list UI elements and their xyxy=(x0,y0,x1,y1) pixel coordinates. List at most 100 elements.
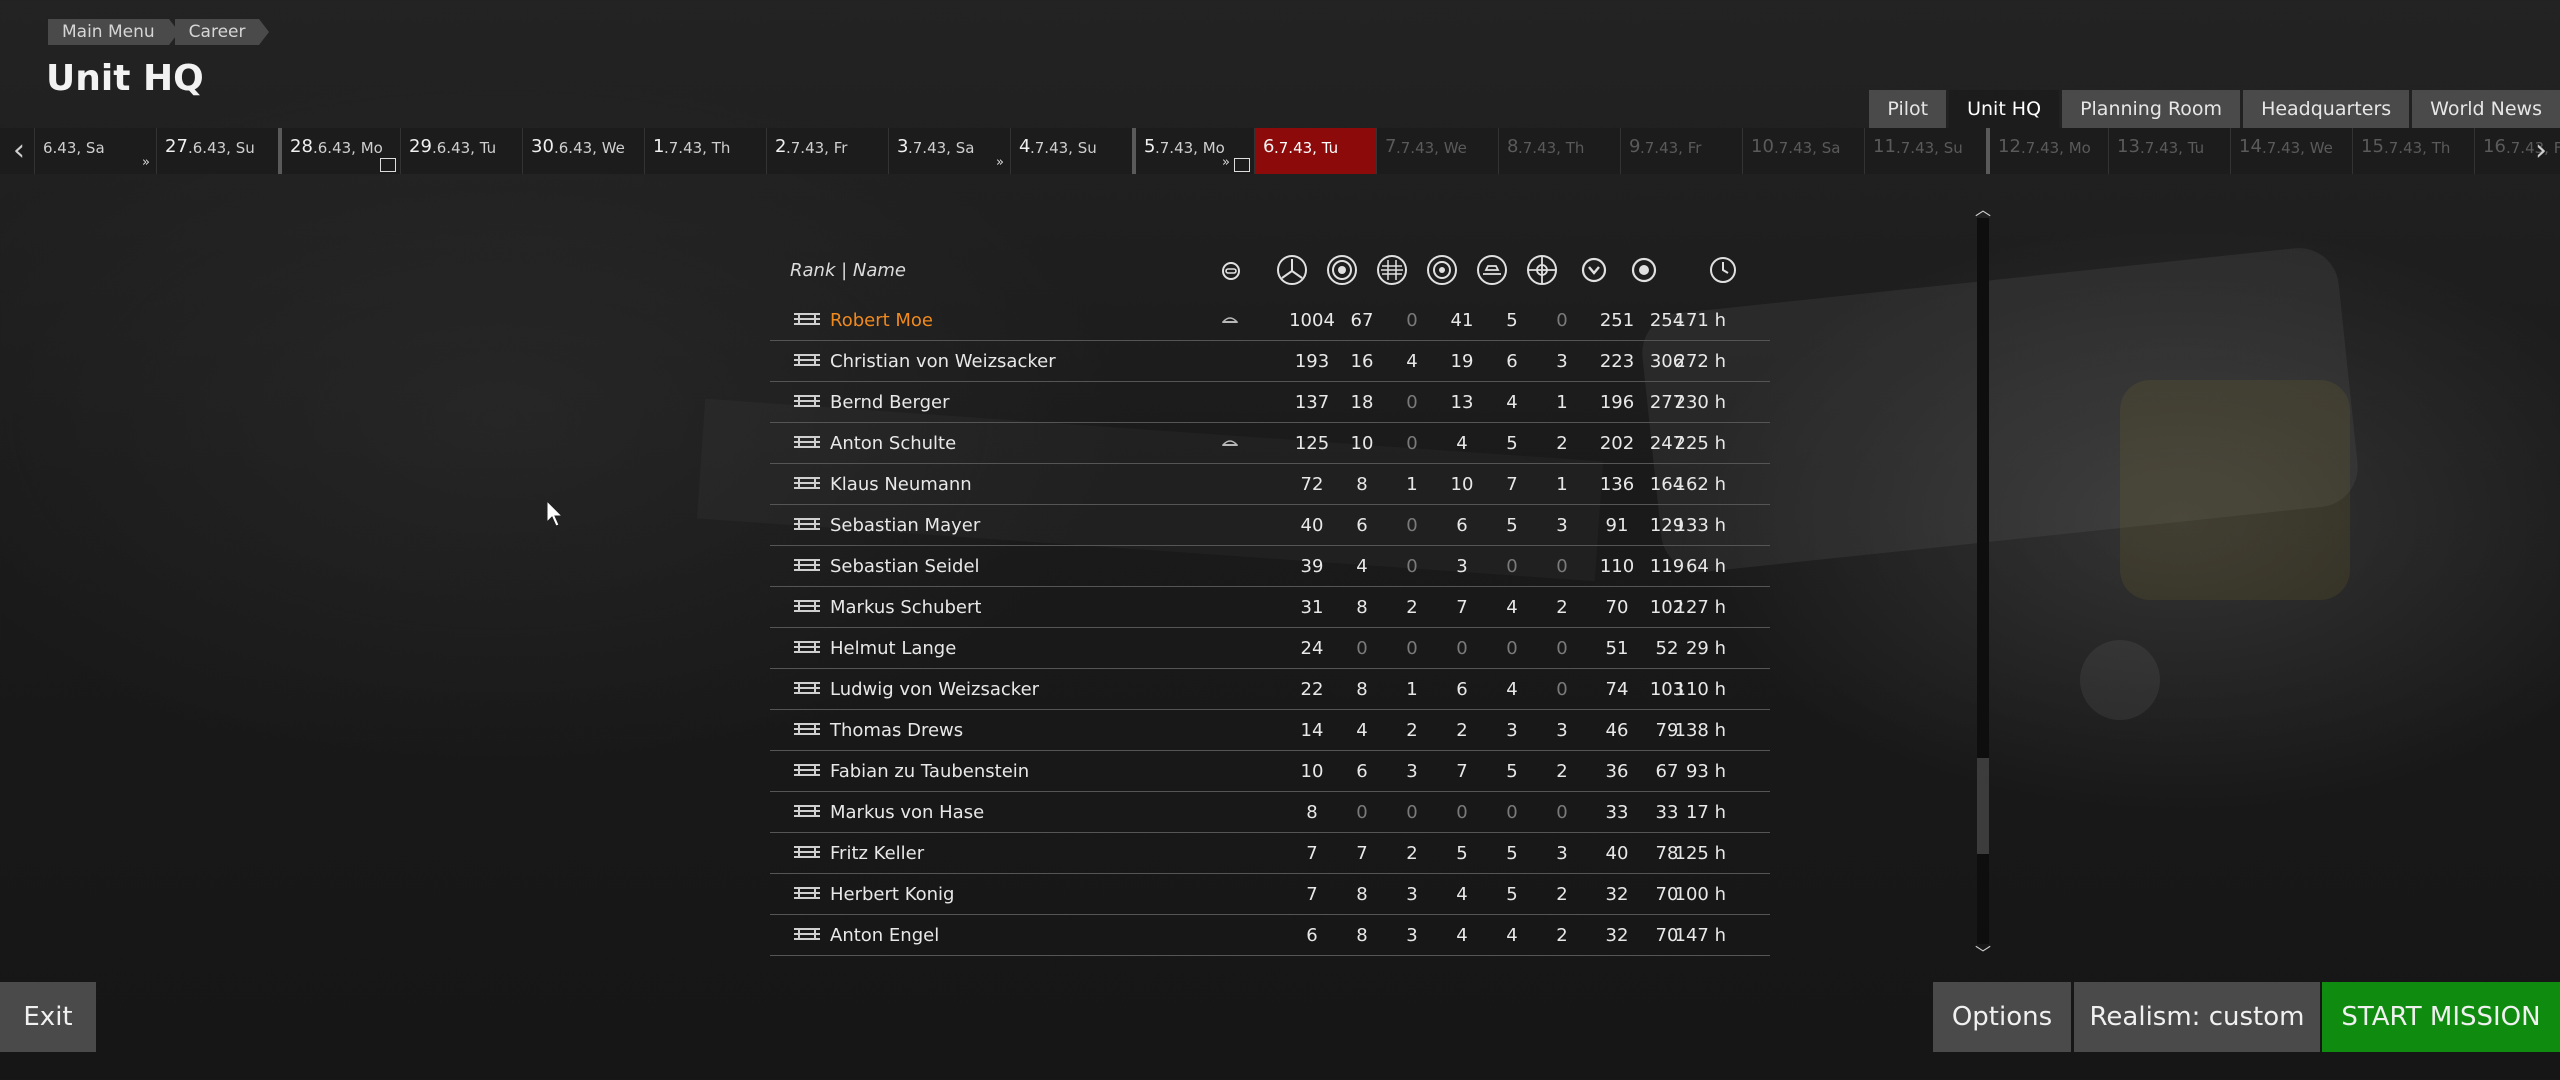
table-row[interactable]: Ludwig von Weizsacker 22 8 1 6 4 0 74 103 110 h xyxy=(770,669,1770,710)
date-item[interactable]: 13.7.43, Tu xyxy=(2108,128,2230,174)
date-item[interactable]: 10.7.43, Sa xyxy=(1742,128,1864,174)
date-item[interactable]: 6.7.43, Tu xyxy=(1254,128,1376,174)
flight-time-cell: 125 h xyxy=(1674,843,1727,864)
table-row[interactable]: Bernd Berger 137 18 0 13 4 1 196 277 230 h xyxy=(770,382,1770,423)
chevron-right-icon[interactable]: › xyxy=(2524,128,2558,174)
pilot-name: Thomas Drews xyxy=(830,720,964,741)
table-row[interactable]: Fabian zu Taubenstein 10 6 3 7 5 2 36 67 93 h xyxy=(770,751,1770,792)
table-row[interactable]: Anton Engel 6 8 3 4 4 2 32 70 147 h xyxy=(770,915,1770,956)
flight-time-cell: 230 h xyxy=(1674,392,1727,413)
stat-cell: 0 xyxy=(1556,310,1568,331)
table-row[interactable]: Sebastian Mayer 40 6 0 6 5 3 91 129 133 h xyxy=(770,505,1770,546)
flight-time-cell: 17 h xyxy=(1685,802,1726,823)
date-item[interactable]: 6.43, Sa » xyxy=(34,128,156,174)
date-item[interactable]: 4.7.43, Su xyxy=(1010,128,1132,174)
tab-planning-room[interactable]: Planning Room xyxy=(2062,90,2241,128)
date-item[interactable]: 2.7.43, Fr xyxy=(766,128,888,174)
fast-forward-icon: » xyxy=(1222,155,1230,170)
breadcrumb: Main Menu Career xyxy=(48,19,270,45)
table-row[interactable]: Herbert Konig 7 8 3 4 5 2 32 70 100 h xyxy=(770,874,1770,915)
pilot-helmet-icon xyxy=(1222,262,1240,280)
date-day-number: 29 xyxy=(409,136,432,157)
realism-button[interactable]: Realism: custom xyxy=(2074,982,2320,1052)
table-row[interactable]: Carl Busch531221294176 h xyxy=(770,956,1770,958)
date-item[interactable]: 28.6.43, Mo xyxy=(278,128,400,174)
breadcrumb-main-menu[interactable]: Main Menu xyxy=(48,19,179,45)
scroll-down-icon[interactable]: ﹀ xyxy=(1973,940,1993,963)
date-label: .6.43, Su xyxy=(188,139,255,157)
date-item[interactable]: 7.7.43, We xyxy=(1376,128,1498,174)
date-item[interactable]: 12.7.43, Mo xyxy=(1986,128,2108,174)
flight-time-cell: 127 h xyxy=(1674,597,1727,618)
flight-time-cell: 64 h xyxy=(1685,556,1726,577)
date-label: .6.43, We xyxy=(554,139,625,157)
table-row[interactable]: Christian von Weizsacker 193 16 4 19 6 3 223 306… xyxy=(770,341,1770,382)
pilot-name: Anton Schulte xyxy=(830,433,957,454)
options-button[interactable]: Options xyxy=(1933,982,2071,1052)
date-day-number: 10 xyxy=(1751,136,1774,157)
start-mission-button[interactable]: START MISSION xyxy=(2322,982,2560,1052)
rank-insignia-icon xyxy=(794,395,820,407)
table-row[interactable]: Robert Moe 1004 67 0 41 5 0 251 254 171 h xyxy=(770,300,1770,341)
table-row[interactable]: Sebastian Seidel 39 4 0 3 0 0 110 119 64 h xyxy=(770,546,1770,587)
date-item[interactable]: 3.7.43, Sa » xyxy=(888,128,1010,174)
stat-cell: 0 xyxy=(1556,679,1568,700)
pilot-name: Anton Engel xyxy=(830,925,940,946)
tab-world-news[interactable]: World News xyxy=(2412,90,2560,128)
table-row[interactable]: Helmut Lange 24 0 0 0 0 0 51 52 29 h xyxy=(770,628,1770,669)
date-item[interactable]: 30.6.43, We xyxy=(522,128,644,174)
table-row[interactable]: Klaus Neumann 72 8 1 10 7 1 136 164 162 h xyxy=(770,464,1770,505)
table-row[interactable]: Markus Schubert 31 8 2 7 4 2 70 102 127 h xyxy=(770,587,1770,628)
date-label: .7.43, Fr xyxy=(1640,139,1702,157)
scrollbar-thumb[interactable] xyxy=(1977,758,1989,854)
date-label: 6.43, Sa xyxy=(43,139,105,157)
pilot-name: Robert Moe xyxy=(830,310,934,331)
date-item[interactable]: 14.7.43, We xyxy=(2230,128,2352,174)
date-item[interactable]: 5.7.43, Mo» xyxy=(1132,128,1254,174)
stat-cell: 2 xyxy=(1556,761,1568,782)
stat-cell: 0 xyxy=(1556,556,1568,577)
date-item[interactable]: 15.7.43, Th xyxy=(2352,128,2474,174)
date-item[interactable]: 1.7.43, Th xyxy=(644,128,766,174)
pilot-name: Herbert Konig xyxy=(830,884,955,905)
date-item[interactable]: 8.7.43, Th xyxy=(1498,128,1620,174)
table-row[interactable]: Markus von Hase 8 0 0 0 0 0 33 33 17 h xyxy=(770,792,1770,833)
date-item[interactable]: 11.7.43, Su xyxy=(1864,128,1986,174)
pilot-name: Helmut Lange xyxy=(830,638,957,659)
table-row[interactable]: Anton Schulte 125 10 0 4 5 2 202 247 225 h xyxy=(770,423,1770,464)
rank-insignia-icon xyxy=(794,723,820,735)
ship-target-icon xyxy=(1427,255,1457,285)
date-day-number: 14 xyxy=(2239,136,2262,157)
tab-headquarters[interactable]: Headquarters xyxy=(2243,90,2410,128)
date-day-number: 27 xyxy=(165,136,188,157)
calendar-icon xyxy=(1234,158,1250,172)
date-item[interactable]: 29.6.43, Tu xyxy=(400,128,522,174)
tab-pilot[interactable]: Pilot xyxy=(1869,90,1947,128)
scroll-up-icon[interactable]: ︿ xyxy=(1973,196,1993,219)
date-label: .7.43, We xyxy=(1396,139,1467,157)
flight-time-cell: 100 h xyxy=(1674,884,1727,905)
exit-button[interactable]: Exit xyxy=(0,982,96,1052)
date-label: .7.43, Fr xyxy=(786,139,848,157)
tab-unit-hq[interactable]: Unit HQ xyxy=(1949,90,2060,128)
table-row[interactable]: Fritz Keller 7 7 2 5 5 3 40 78 125 h xyxy=(770,833,1770,874)
date-day-number: 13 xyxy=(2117,136,2140,157)
flight-time-cell: 133 h xyxy=(1674,515,1727,536)
pilot-cap-icon xyxy=(1222,440,1238,446)
date-item[interactable]: 9.7.43, Fr xyxy=(1620,128,1742,174)
flight-time-cell: 225 h xyxy=(1674,433,1727,454)
pilot-name: Bernd Berger xyxy=(830,392,950,413)
mouse-cursor-icon xyxy=(546,500,564,527)
flight-time-cell: 138 h xyxy=(1674,720,1727,741)
rank-name-header: Rank | Name xyxy=(790,260,906,281)
table-row[interactable]: Thomas Drews 14 4 2 2 3 3 46 79 138 h xyxy=(770,710,1770,751)
pilot-name: Sebastian Seidel xyxy=(830,556,980,577)
date-day-number: 2 xyxy=(775,136,787,157)
chevron-left-icon[interactable]: ‹ xyxy=(2,128,36,174)
breadcrumb-career[interactable]: Career xyxy=(174,19,270,45)
scrollbar[interactable] xyxy=(1977,218,1989,944)
rank-insignia-icon xyxy=(794,764,820,776)
date-item[interactable]: 27.6.43, Su xyxy=(156,128,278,174)
date-timeline: ‹ 6.43, Sa» 27.6.43, Su 28.6.43, Mo 29.6.43… xyxy=(0,128,2560,174)
date-day-number: 15 xyxy=(2361,136,2384,157)
